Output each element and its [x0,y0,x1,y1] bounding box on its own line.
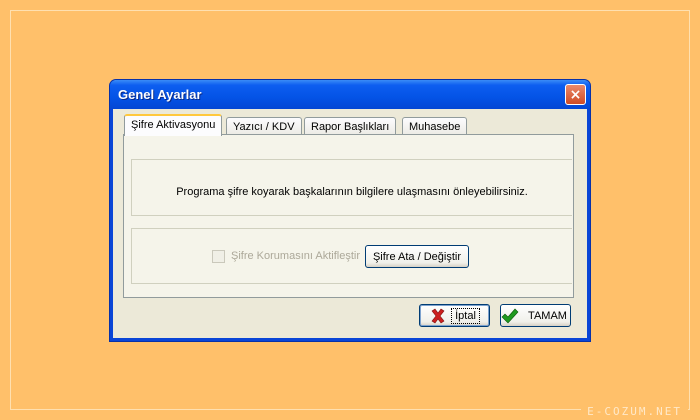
title-bar[interactable]: Genel Ayarlar × [110,80,590,109]
password-protection-checkbox[interactable] [212,250,225,263]
watermark: E-COZUM.NET [581,405,688,418]
set-password-button[interactable]: Şifre Ata / Değiştir [365,245,469,268]
window-title: Genel Ayarlar [118,87,202,102]
ok-button[interactable]: TAMAM [500,304,571,327]
password-protection-label: Şifre Korumasını Aktifleştir [231,250,360,262]
tab-panel: Programa şifre koyarak başkalarının bilg… [123,134,574,298]
green-check-icon [501,308,519,324]
cancel-button[interactable]: İptal [419,304,490,327]
tab-password-activation[interactable]: Şifre Aktivasyonu [124,114,223,136]
close-button[interactable]: × [565,84,586,105]
close-icon: × [569,86,582,103]
info-group: Programa şifre koyarak başkalarının bilg… [131,159,572,216]
red-x-icon [430,308,446,324]
password-settings-group: Şifre Korumasını Aktifleştir Şifre Ata /… [131,228,572,284]
cancel-label: İptal [451,307,480,324]
ok-label: TAMAM [528,309,567,322]
settings-dialog: Genel Ayarlar × Şifre Aktivasyonu Yazıcı… [110,80,590,341]
info-text: Programa şifre koyarak başkalarının bilg… [176,186,528,198]
